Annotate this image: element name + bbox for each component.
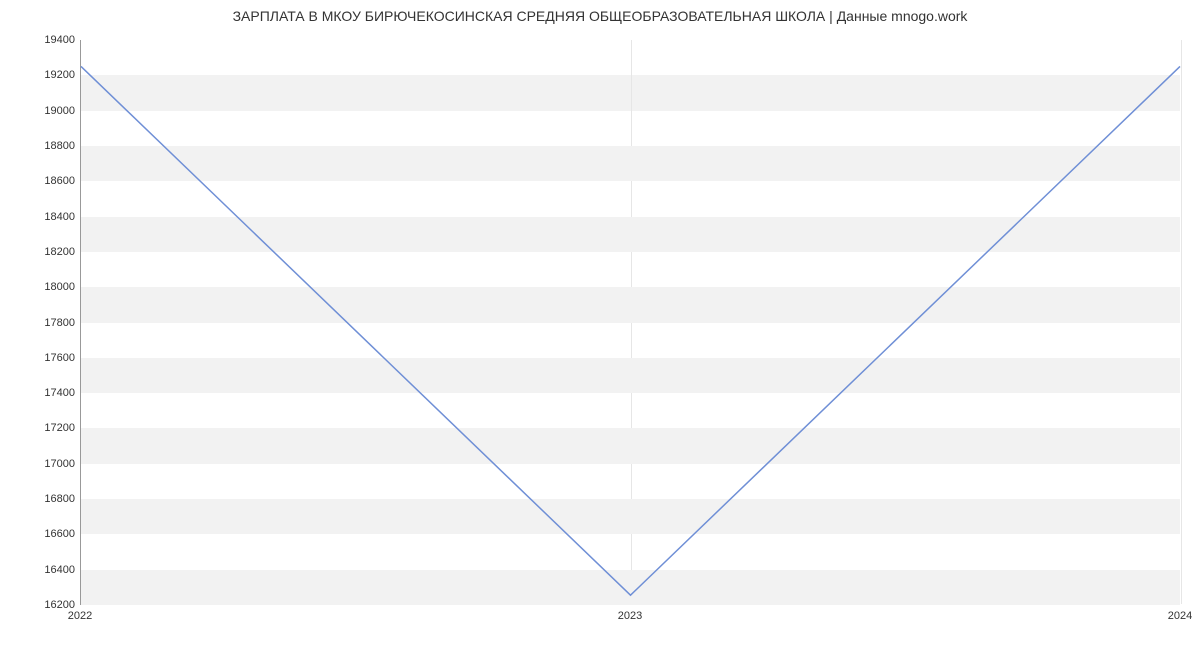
y-tick-label: 17800 <box>5 317 75 329</box>
plot-area <box>80 40 1180 605</box>
y-tick-label: 19000 <box>5 105 75 117</box>
y-tick-label: 18600 <box>5 175 75 187</box>
y-tick-label: 17600 <box>5 352 75 364</box>
x-tick-label: 2023 <box>618 610 642 622</box>
y-tick-label: 17200 <box>5 422 75 434</box>
grid-vline <box>1181 40 1182 604</box>
y-tick-label: 18000 <box>5 281 75 293</box>
y-tick-label: 17400 <box>5 387 75 399</box>
y-tick-label: 16800 <box>5 493 75 505</box>
chart-title: ЗАРПЛАТА В МКОУ БИРЮЧЕКОСИНСКАЯ СРЕДНЯЯ … <box>0 8 1200 24</box>
y-tick-label: 16400 <box>5 564 75 576</box>
x-tick-label: 2024 <box>1168 610 1192 622</box>
y-tick-label: 19400 <box>5 34 75 46</box>
x-tick-label: 2022 <box>68 610 92 622</box>
y-tick-label: 18200 <box>5 246 75 258</box>
y-tick-label: 17000 <box>5 458 75 470</box>
y-tick-label: 19200 <box>5 69 75 81</box>
chart-container: ЗАРПЛАТА В МКОУ БИРЮЧЕКОСИНСКАЯ СРЕДНЯЯ … <box>0 0 1200 650</box>
y-tick-label: 18800 <box>5 140 75 152</box>
y-tick-label: 18400 <box>5 211 75 223</box>
y-tick-label: 16200 <box>5 599 75 611</box>
y-tick-label: 16600 <box>5 528 75 540</box>
data-line <box>81 40 1180 604</box>
